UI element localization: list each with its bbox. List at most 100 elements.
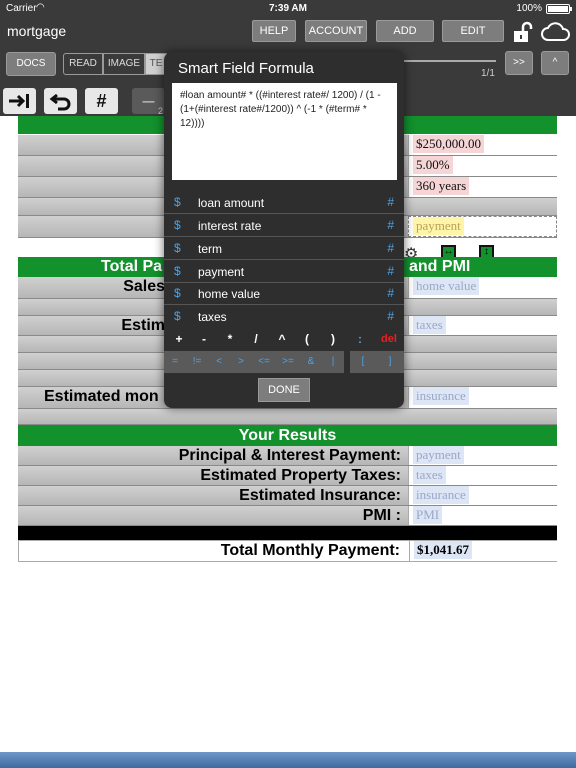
- result-row: PMI : PMI: [18, 506, 557, 526]
- key-minus[interactable]: -: [193, 329, 215, 349]
- sales-label: Sales: [123, 278, 165, 295]
- hash-icon[interactable]: #: [387, 264, 394, 278]
- total-monthly-label: Total Monthly Payment:: [220, 542, 400, 559]
- page-slider-track[interactable]: [404, 60, 496, 62]
- comparison-keys-row: = != < > <= >= & | [ ]: [164, 351, 404, 373]
- toolbar-partial-digit: 2: [158, 106, 164, 116]
- result-pmi-field[interactable]: PMI: [413, 506, 443, 524]
- dollar-icon[interactable]: $: [174, 218, 181, 232]
- top-bar: mortgage HELP ACCOUNT ADD PAGE EDIT PAGE…: [0, 18, 576, 57]
- add-page-button[interactable]: ADD PAGE: [376, 20, 434, 57]
- key-less-equal[interactable]: <=: [252, 351, 276, 373]
- image-tab[interactable]: IMAGE: [103, 53, 145, 75]
- total-monthly-value[interactable]: $1,041.67: [414, 541, 472, 559]
- variable-row[interactable]: $ taxes #: [164, 306, 404, 328]
- result-payment-field[interactable]: payment: [413, 446, 464, 464]
- operator-keys-row: + - * / ^ ( ) : del: [164, 329, 404, 349]
- section-header-right: and PMI: [409, 258, 471, 275]
- smart-field-formula-popup: Smart Field Formula #loan amount# * ((#i…: [164, 52, 404, 408]
- variable-name: loan amount: [198, 196, 265, 210]
- page-indicator: 1/1: [481, 68, 495, 79]
- key-plus[interactable]: +: [168, 329, 190, 349]
- estim-label: Estim: [121, 317, 165, 334]
- key-multiply[interactable]: *: [219, 329, 241, 349]
- key-colon[interactable]: :: [349, 329, 371, 349]
- done-button[interactable]: DONE: [258, 378, 310, 402]
- principal-interest-label: Principal & Interest Payment:: [178, 447, 401, 464]
- key-equals[interactable]: =: [164, 351, 186, 373]
- cloud-icon[interactable]: [540, 21, 572, 48]
- dollar-icon[interactable]: $: [174, 195, 181, 209]
- key-not-equal[interactable]: !=: [186, 351, 208, 373]
- variable-row[interactable]: $ payment #: [164, 261, 404, 283]
- key-delete[interactable]: del: [376, 329, 402, 349]
- variable-row[interactable]: $ interest rate #: [164, 215, 404, 237]
- hash-icon[interactable]: #: [387, 286, 394, 300]
- next-page-button[interactable]: >>: [505, 51, 533, 75]
- variable-row[interactable]: $ home value #: [164, 283, 404, 305]
- pmi-label: PMI :: [362, 507, 401, 524]
- formula-textarea[interactable]: #loan amount# * ((#interest rate#/ 1200)…: [172, 83, 397, 180]
- bottom-bar: [0, 752, 576, 768]
- variable-name: taxes: [198, 310, 227, 324]
- key-greater-equal[interactable]: >=: [276, 351, 300, 373]
- loan-amount-value[interactable]: $250,000.00: [413, 135, 484, 153]
- dollar-icon[interactable]: $: [174, 309, 181, 323]
- estimated-mon-label: Estimated mon: [44, 388, 159, 405]
- interest-rate-value[interactable]: 5.00%: [413, 156, 453, 174]
- up-button[interactable]: ^: [541, 51, 569, 75]
- popup-title: Smart Field Formula: [178, 60, 314, 77]
- docs-button[interactable]: DOCS: [6, 52, 56, 76]
- variable-row[interactable]: $ term #: [164, 238, 404, 260]
- hash-icon[interactable]: #: [387, 309, 394, 323]
- taxes-field[interactable]: taxes: [413, 316, 446, 334]
- key-open-paren[interactable]: (: [296, 329, 318, 349]
- hash-icon[interactable]: #: [387, 195, 394, 209]
- black-divider: [18, 526, 557, 540]
- account-button[interactable]: ACCOUNT: [305, 20, 367, 42]
- read-tab[interactable]: READ: [63, 53, 103, 75]
- key-less-than[interactable]: <: [208, 351, 230, 373]
- battery-percent: 100%: [516, 3, 542, 14]
- result-row: Estimated Insurance: insurance: [18, 486, 557, 506]
- undo-icon[interactable]: [44, 88, 77, 114]
- dollar-icon[interactable]: $: [174, 241, 181, 255]
- variable-name: payment: [198, 265, 245, 279]
- hash-icon[interactable]: #: [387, 218, 394, 232]
- home-value-field[interactable]: home value: [413, 277, 480, 295]
- result-insurance-field[interactable]: insurance: [413, 486, 469, 504]
- app-title: mortgage: [7, 23, 67, 39]
- key-divide[interactable]: /: [245, 329, 267, 349]
- property-taxes-label: Estimated Property Taxes:: [200, 467, 401, 484]
- edit-pages-button[interactable]: EDIT PAGES: [442, 20, 504, 57]
- variable-name: term: [198, 242, 222, 256]
- payment-field[interactable]: payment: [413, 217, 464, 235]
- term-value[interactable]: 360 years: [413, 177, 470, 195]
- key-open-bracket[interactable]: [: [350, 351, 376, 373]
- help-button[interactable]: HELP: [252, 20, 296, 42]
- variable-name: interest rate: [198, 219, 262, 233]
- variable-name: home value: [198, 287, 261, 301]
- key-close-paren[interactable]: ): [322, 329, 344, 349]
- result-taxes-field[interactable]: taxes: [413, 466, 446, 484]
- dollar-icon[interactable]: $: [174, 264, 181, 278]
- insurance-field[interactable]: insurance: [413, 387, 469, 405]
- battery-icon: [546, 4, 572, 14]
- total-monthly-row: Total Monthly Payment: $1,041.67: [18, 540, 558, 562]
- result-row: Principal & Interest Payment: payment: [18, 446, 557, 466]
- dollar-icon[interactable]: $: [174, 286, 181, 300]
- hash-icon[interactable]: #: [387, 241, 394, 255]
- key-and[interactable]: &: [300, 351, 322, 373]
- key-greater-than[interactable]: >: [230, 351, 252, 373]
- unlock-icon[interactable]: [510, 20, 534, 49]
- smart-field-button[interactable]: #: [85, 88, 118, 114]
- key-power[interactable]: ^: [271, 329, 293, 349]
- insert-tab-icon[interactable]: [3, 88, 36, 114]
- key-or[interactable]: |: [322, 351, 344, 373]
- insurance-label: Estimated Insurance:: [239, 487, 401, 504]
- blank-row-5: [18, 409, 557, 425]
- clock: 7:39 AM: [269, 3, 307, 14]
- variable-row[interactable]: $ loan amount #: [164, 192, 404, 214]
- key-close-bracket[interactable]: ]: [376, 351, 404, 373]
- section-header-left: Total Pa: [101, 258, 163, 275]
